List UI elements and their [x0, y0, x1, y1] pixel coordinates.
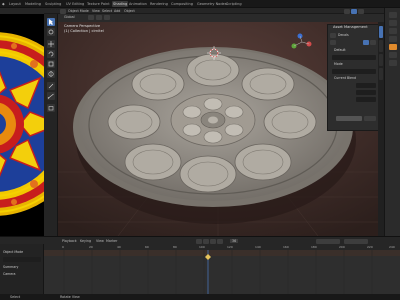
tab-scripting[interactable]: Scripting: [225, 1, 243, 7]
proportional-edit-icon[interactable]: [104, 15, 110, 20]
ruler-tick: 180: [311, 245, 317, 249]
modifier-properties-icon[interactable]: [389, 52, 397, 58]
blender-window: ◆ Layout Modeling Sculpting UV Editing T…: [0, 0, 400, 300]
object-properties-icon[interactable]: [389, 44, 397, 50]
asset-category-field[interactable]: [332, 55, 376, 60]
timeline-menu-view[interactable]: View: [96, 239, 104, 243]
snap-icon[interactable]: [96, 15, 102, 20]
asset-value-field-3[interactable]: [356, 97, 376, 102]
viewport-collection-label: (1) Collection | cirnitel: [64, 29, 104, 33]
current-frame-field[interactable]: 36: [230, 239, 239, 243]
move-tool-icon[interactable]: [47, 40, 55, 48]
sidebar-tab-item[interactable]: [379, 26, 383, 38]
transform-orientation-dropdown[interactable]: Global: [64, 15, 75, 19]
timeline-ruler: 0 20 40 60 80 100 120 140 160 180 200 22…: [44, 244, 400, 250]
timeline-mode-label: Object Mode: [3, 250, 24, 254]
viewport-camera-label: Camera Perspective: [64, 24, 101, 28]
mandala-texture-image: [0, 14, 44, 236]
menu-add[interactable]: Add: [114, 9, 120, 13]
pivot-icon[interactable]: [88, 15, 94, 20]
asset-library-selector[interactable]: Decals: [338, 33, 378, 38]
timeline-mode-field[interactable]: [3, 257, 41, 262]
rotate-tool-icon[interactable]: [47, 50, 55, 58]
select-box-tool-icon[interactable]: [47, 18, 55, 26]
asset-mode-field[interactable]: [332, 69, 376, 74]
tab-modeling[interactable]: Modeling: [24, 1, 42, 7]
tab-rendering[interactable]: Rendering: [149, 1, 169, 7]
timeline-camera-label: Camera: [3, 272, 16, 276]
stone-medallion-model: [73, 47, 353, 207]
ruler-tick: 20: [89, 245, 93, 249]
timeline-header: Playback Keying View Marker 36: [0, 236, 400, 244]
menu-select[interactable]: Select: [102, 9, 112, 13]
timeline-summary-label: Summary: [3, 265, 19, 269]
scale-tool-icon[interactable]: [47, 60, 55, 68]
annotate-tool-icon[interactable]: [47, 82, 55, 90]
asset-library-icon[interactable]: [330, 33, 336, 38]
timeline-menu-playback[interactable]: Playback: [62, 239, 77, 243]
menu-object[interactable]: Object: [124, 9, 135, 13]
material-properties-icon[interactable]: [389, 60, 397, 66]
transform-tool-icon[interactable]: [47, 70, 55, 78]
asset-options-button[interactable]: [364, 116, 376, 121]
ruler-tick: 0: [62, 245, 64, 249]
asset-value-field-1[interactable]: [356, 83, 376, 88]
asset-mode-label: Mode: [334, 62, 343, 66]
ruler-tick: 240: [389, 245, 395, 249]
render-properties-icon[interactable]: [389, 12, 397, 18]
asset-panel-title: Asset Management: [333, 25, 368, 29]
blender-menu-icon[interactable]: ◆: [1, 1, 6, 7]
workspace-bar: ◆ Layout Modeling Sculpting UV Editing T…: [0, 0, 400, 8]
asset-value-field-2[interactable]: [356, 90, 376, 95]
tab-sculpting[interactable]: Sculpting: [44, 1, 62, 7]
ruler-tick: 140: [255, 245, 261, 249]
properties-editor: [384, 8, 400, 236]
tab-shading[interactable]: Shading: [112, 1, 129, 7]
ruler-tick: 40: [117, 245, 121, 249]
viewport-tool-settings: Global: [58, 14, 400, 22]
measure-tool-icon[interactable]: [47, 92, 55, 100]
asset-category-label: Default: [334, 48, 346, 52]
image-editor[interactable]: [0, 14, 44, 236]
scene-properties-icon[interactable]: [389, 28, 397, 34]
sidebar-tab-view[interactable]: [379, 54, 383, 66]
ruler-tick: 80: [173, 245, 177, 249]
ruler-tick: 160: [283, 245, 289, 249]
cursor-tool-icon[interactable]: [47, 28, 55, 36]
ruler-tick: 220: [367, 245, 373, 249]
tool-shelf: [44, 14, 58, 236]
asset-mode-active-icon[interactable]: [363, 40, 369, 45]
timeline-track: [44, 244, 400, 294]
timeline-menu-keying[interactable]: Keying: [80, 239, 91, 243]
tab-compositing[interactable]: Compositing: [170, 1, 194, 7]
tab-texture-paint[interactable]: Texture Paint: [86, 1, 111, 7]
output-properties-icon[interactable]: [389, 20, 397, 26]
timeline-channel-region: Object Mode Summary Camera: [0, 244, 44, 294]
tab-animation[interactable]: Animation: [128, 1, 148, 7]
object-mode-dropdown[interactable]: Object Mode: [68, 9, 89, 13]
add-cube-tool-icon[interactable]: [47, 104, 55, 112]
sidebar-tab-tool[interactable]: [379, 40, 383, 52]
asset-mode-icon[interactable]: [370, 40, 376, 45]
tab-uv-editing[interactable]: UV Editing: [65, 1, 85, 7]
ruler-tick: 60: [145, 245, 149, 249]
ruler-tick: 100: [199, 245, 205, 249]
timeline-area[interactable]: [44, 244, 400, 294]
asset-apply-button[interactable]: [336, 116, 362, 121]
tab-geometry-nodes[interactable]: Geometry Nodes: [196, 1, 228, 7]
status-select-hint: Select: [10, 295, 21, 299]
tab-layout[interactable]: Layout: [8, 1, 22, 7]
asset-import-icon[interactable]: [330, 40, 336, 45]
world-properties-icon[interactable]: [389, 36, 397, 42]
ruler-tick: 200: [339, 245, 345, 249]
ruler-tick: 120: [227, 245, 233, 249]
status-bar: Select Rotate View: [0, 294, 400, 300]
status-rotate-hint: Rotate View: [60, 295, 80, 299]
sidebar-tab-assets[interactable]: [379, 68, 383, 80]
timeline-menu-marker[interactable]: Marker: [106, 239, 117, 243]
asset-blend-label: Current Blend: [334, 76, 357, 80]
menu-view[interactable]: View: [92, 9, 100, 13]
